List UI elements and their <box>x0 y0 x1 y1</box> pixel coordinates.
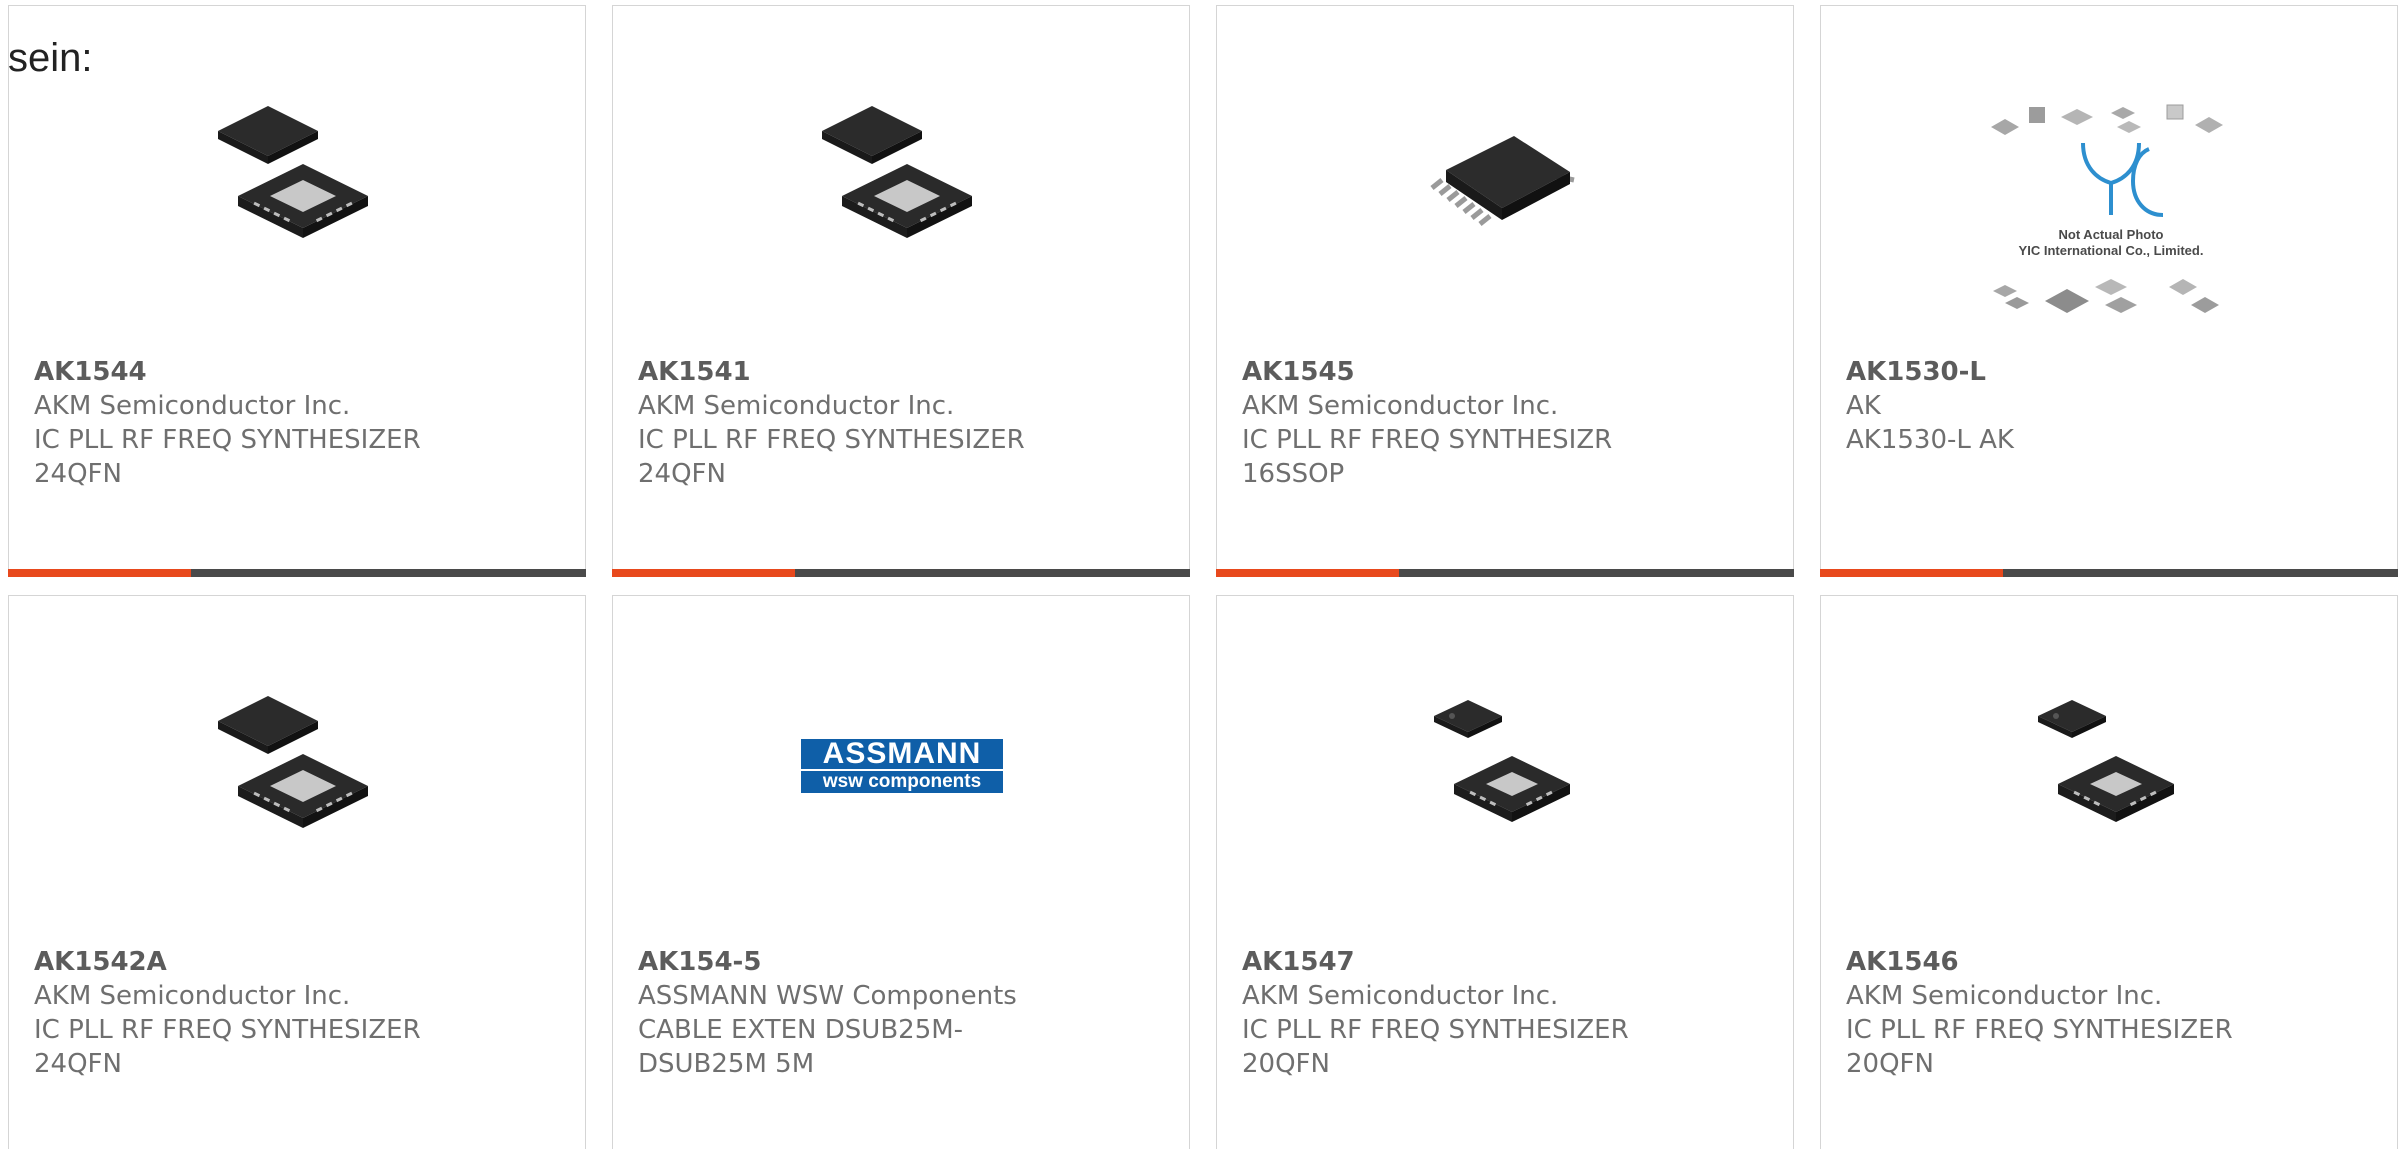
qfn-20-package-icon <box>2038 700 2174 822</box>
page: sein: AK1544 AKM Semiconductor Inc. IC P… <box>0 0 2400 1149</box>
product-info: AK154-5 ASSMANN WSW Components CABLE EXT… <box>638 945 1158 1081</box>
card-accent-bar <box>1820 569 2003 577</box>
description-line-1: IC PLL RF FREQ SYNTHESIZER <box>638 425 1025 455</box>
product-image[interactable]: ASSMANN wsw components <box>801 666 1003 866</box>
manufacturer: AKM Semiconductor Inc. <box>1242 981 1559 1011</box>
description-line-1: IC PLL RF FREQ SYNTHESIZER <box>34 425 421 455</box>
chip-collage-icon: Not Actual Photo YIC International Co., … <box>1991 104 2223 313</box>
assmann-logo-top: ASSMANN <box>801 739 1003 769</box>
card-accent-bar <box>612 569 795 577</box>
product-card[interactable]: AK1546 AKM Semiconductor Inc. IC PLL RF … <box>1820 595 2398 1149</box>
part-number-link[interactable]: AK1530-L <box>1846 355 2366 389</box>
manufacturer: AKM Semiconductor Inc. <box>34 981 351 1011</box>
manufacturer: AKM Semiconductor Inc. <box>638 391 955 421</box>
description-line-1: IC PLL RF FREQ SYNTHESIZER <box>1242 1015 1629 1045</box>
product-grid: AK1544 AKM Semiconductor Inc. IC PLL RF … <box>8 5 2400 1149</box>
description-line-2: 20QFN <box>1846 1049 1934 1079</box>
manufacturer: AKM Semiconductor Inc. <box>1846 981 2163 1011</box>
manufacturer: AKM Semiconductor Inc. <box>1242 391 1559 421</box>
placeholder-line-2: YIC International Co., Limited. <box>2019 243 2204 258</box>
product-card[interactable]: Not Actual Photo YIC International Co., … <box>1820 5 2398 577</box>
product-info: AK1544 AKM Semiconductor Inc. IC PLL RF … <box>34 355 554 491</box>
description-line-2: 24QFN <box>34 1049 122 1079</box>
description-line-1: IC PLL RF FREQ SYNTHESIZER <box>1846 1015 2233 1045</box>
product-card[interactable]: ASSMANN wsw components AK154-5 ASSMANN W… <box>612 595 1190 1149</box>
assmann-logo-bottom: wsw components <box>801 771 1003 793</box>
product-image[interactable]: Not Actual Photo YIC International Co., … <box>1971 86 2251 336</box>
qfn-24-package-icon <box>822 106 972 238</box>
manufacturer: ASSMANN WSW Components <box>638 981 1017 1011</box>
part-number-link[interactable]: AK1547 <box>1242 945 1762 979</box>
product-card[interactable]: AK1541 AKM Semiconductor Inc. IC PLL RF … <box>612 5 1190 577</box>
qfn-24-package-icon <box>218 696 368 828</box>
yic-placeholder-photo: Not Actual Photo YIC International Co., … <box>1971 91 2251 331</box>
product-info: AK1541 AKM Semiconductor Inc. IC PLL RF … <box>638 355 1158 491</box>
assmann-logo: ASSMANN wsw components <box>801 739 1003 793</box>
card-footer-bar <box>612 569 1190 577</box>
product-image[interactable] <box>198 76 398 276</box>
manufacturer: AKM Semiconductor Inc. <box>34 391 351 421</box>
part-number-link[interactable]: AK1546 <box>1846 945 2366 979</box>
manufacturer: AK <box>1846 391 1881 421</box>
description-line-2: 16SSOP <box>1242 459 1345 489</box>
product-image[interactable] <box>1406 76 1606 276</box>
product-card[interactable]: AK1545 AKM Semiconductor Inc. IC PLL RF … <box>1216 5 1794 577</box>
description-line-1: IC PLL RF FREQ SYNTHESIZR <box>1242 425 1613 455</box>
description-line-2: 24QFN <box>638 459 726 489</box>
description-line-1: AK1530-L AK <box>1846 425 2014 455</box>
product-info: AK1547 AKM Semiconductor Inc. IC PLL RF … <box>1242 945 1762 1081</box>
description-line-1: CABLE EXTEN DSUB25M- <box>638 1015 964 1045</box>
part-number-link[interactable]: AK1542A <box>34 945 554 979</box>
qfn-24-package-icon <box>218 106 368 238</box>
part-number-link[interactable]: AK1544 <box>34 355 554 389</box>
product-image[interactable] <box>2010 666 2210 866</box>
product-card[interactable]: AK1547 AKM Semiconductor Inc. IC PLL RF … <box>1216 595 1794 1149</box>
ssop-16-package-icon <box>1430 136 1575 226</box>
description-line-2: 20QFN <box>1242 1049 1330 1079</box>
placeholder-line-1: Not Actual Photo <box>2059 227 2164 242</box>
product-image[interactable] <box>1406 666 1606 866</box>
product-info: AK1542A AKM Semiconductor Inc. IC PLL RF… <box>34 945 554 1081</box>
card-footer-bar <box>1820 569 2398 577</box>
product-card[interactable]: AK1544 AKM Semiconductor Inc. IC PLL RF … <box>8 5 586 577</box>
card-footer-bar <box>8 569 586 577</box>
description-line-2: 24QFN <box>34 459 122 489</box>
product-info: AK1530-L AK AK1530-L AK <box>1846 355 2366 457</box>
product-image[interactable] <box>198 666 398 866</box>
card-accent-bar <box>1216 569 1399 577</box>
product-info: AK1546 AKM Semiconductor Inc. IC PLL RF … <box>1846 945 2366 1081</box>
description-line-2: DSUB25M 5M <box>638 1049 815 1079</box>
product-image[interactable] <box>802 76 1002 276</box>
card-footer-bar <box>1216 569 1794 577</box>
description-line-1: IC PLL RF FREQ SYNTHESIZER <box>34 1015 421 1045</box>
qfn-20-package-icon <box>1434 700 1570 822</box>
product-card[interactable]: AK1542A AKM Semiconductor Inc. IC PLL RF… <box>8 595 586 1149</box>
card-accent-bar <box>8 569 191 577</box>
intro-text: sein: <box>8 36 93 80</box>
part-number-link[interactable]: AK154-5 <box>638 945 1158 979</box>
product-info: AK1545 AKM Semiconductor Inc. IC PLL RF … <box>1242 355 1762 491</box>
part-number-link[interactable]: AK1545 <box>1242 355 1762 389</box>
part-number-link[interactable]: AK1541 <box>638 355 1158 389</box>
